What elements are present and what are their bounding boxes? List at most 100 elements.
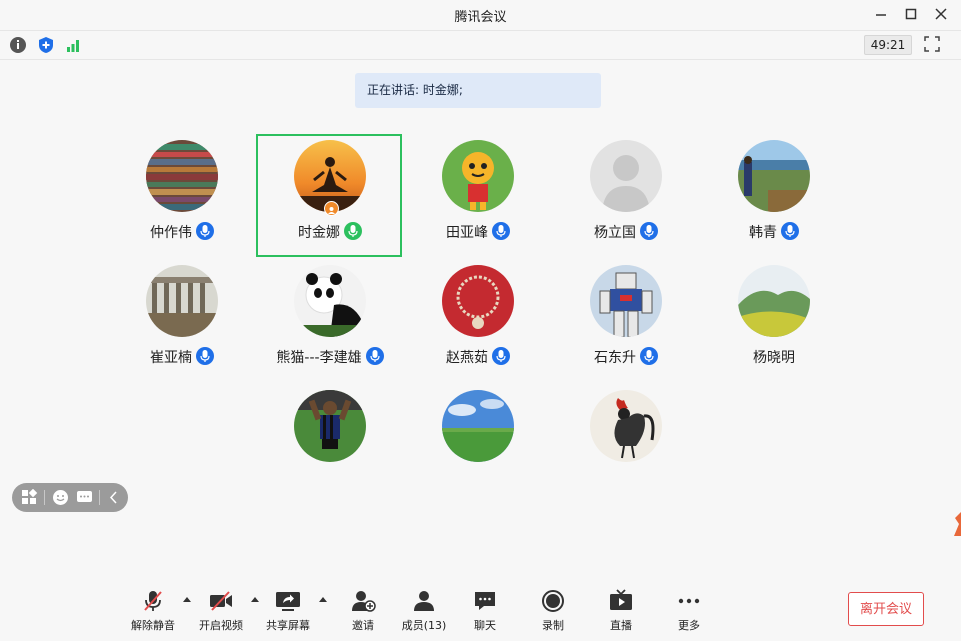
colonnade-avatar xyxy=(146,265,218,337)
mic-icon[interactable] xyxy=(640,347,658,365)
more-dots-icon xyxy=(678,598,700,604)
unmute-button[interactable]: 解除静音 xyxy=(123,589,183,637)
mic-speaking-icon[interactable] xyxy=(344,222,362,240)
meeting-timer: 49:21 xyxy=(864,35,912,55)
share-screen-icon xyxy=(276,592,300,611)
avatar xyxy=(590,390,662,462)
collapse-chevron-icon[interactable] xyxy=(105,489,122,506)
participant-tile[interactable]: 石东升 xyxy=(556,265,696,375)
side-panel-tab-icon[interactable] xyxy=(953,512,961,536)
mic-icon[interactable] xyxy=(492,347,510,365)
audio-options-caret-icon[interactable] xyxy=(183,597,191,602)
participant-name: 杨立国 xyxy=(594,225,636,241)
info-icon[interactable] xyxy=(9,36,27,54)
avatar xyxy=(294,265,366,337)
participant-tile[interactable]: 仲作伟 xyxy=(112,140,252,250)
default-person-avatar xyxy=(590,140,662,212)
record-label: 录制 xyxy=(542,619,564,632)
avatar xyxy=(146,140,218,212)
minimize-icon xyxy=(876,14,886,16)
bottom-bar: 解除静音 开启视频 共享屏幕 邀请 成员(13) 聊天 录制 直播 更多 xyxy=(0,583,961,641)
live-stream-icon xyxy=(610,589,632,610)
mic-muted-icon xyxy=(144,591,162,611)
participant-tile[interactable]: 杨晓明 xyxy=(704,265,844,375)
chat-button[interactable]: 聊天 xyxy=(455,589,515,637)
participant-name: 石东升 xyxy=(594,350,636,366)
chat-label: 聊天 xyxy=(474,619,496,632)
participant-name: 韩青 xyxy=(749,225,777,241)
mic-icon[interactable] xyxy=(781,222,799,240)
participant-name: 仲作伟 xyxy=(150,225,192,241)
video-off-icon xyxy=(210,591,232,611)
participant-name: 熊猫---李建雄 xyxy=(276,350,362,366)
invite-icon xyxy=(352,591,376,612)
invite-button[interactable]: 邀请 xyxy=(333,589,393,637)
avatar xyxy=(294,390,366,462)
rooster-painting-avatar xyxy=(590,390,662,462)
wood-stripes-avatar xyxy=(146,140,218,212)
participant-name: 崔亚楠 xyxy=(150,350,192,366)
participant-tile[interactable]: 杨立国 xyxy=(556,140,696,250)
live-button[interactable]: 直播 xyxy=(591,589,651,637)
mic-icon[interactable] xyxy=(196,347,214,365)
mic-icon[interactable] xyxy=(492,222,510,240)
share-screen-button[interactable]: 共享屏幕 xyxy=(258,589,318,637)
unmute-label: 解除静音 xyxy=(131,619,175,632)
participant-name: 田亚峰 xyxy=(446,225,488,241)
participant-tile[interactable] xyxy=(556,390,696,500)
hills-landscape-avatar xyxy=(738,265,810,337)
panda-avatar xyxy=(294,265,366,337)
mic-icon[interactable] xyxy=(640,222,658,240)
invite-label: 邀请 xyxy=(352,619,374,632)
members-label: 成员(13) xyxy=(401,619,447,632)
avatar xyxy=(738,140,810,212)
start-video-label: 开启视频 xyxy=(199,619,243,632)
record-icon xyxy=(542,590,564,612)
participant-tile[interactable]: 韩青 xyxy=(704,140,844,250)
participant-name: 杨晓明 xyxy=(753,350,795,366)
participant-name: 赵燕茹 xyxy=(446,350,488,366)
participant-tile[interactable] xyxy=(260,390,400,500)
chat-bubble-icon[interactable] xyxy=(76,489,93,506)
avatar xyxy=(442,265,514,337)
view-controls xyxy=(12,483,128,512)
leave-meeting-button[interactable]: 离开会议 xyxy=(848,592,924,626)
close-button[interactable] xyxy=(932,5,950,23)
mic-icon[interactable] xyxy=(365,347,384,365)
host-icon xyxy=(324,201,339,216)
emoji-icon[interactable] xyxy=(52,489,69,506)
live-label: 直播 xyxy=(610,619,632,632)
participant-tile[interactable]: 崔亚楠 xyxy=(112,265,252,375)
more-label: 更多 xyxy=(678,619,700,632)
start-video-button[interactable]: 开启视频 xyxy=(191,589,251,637)
participant-name: 时金娜 xyxy=(298,225,340,241)
avatar xyxy=(146,265,218,337)
participant-tile[interactable] xyxy=(408,390,548,500)
meeting-toolbar: 49:21 xyxy=(0,30,961,60)
maximize-button[interactable] xyxy=(902,5,920,23)
share-options-caret-icon[interactable] xyxy=(319,597,327,602)
participant-tile-active[interactable]: 时金娜 xyxy=(260,140,400,250)
robot-statue-avatar xyxy=(590,265,662,337)
minimize-button[interactable] xyxy=(872,5,890,23)
divider xyxy=(99,490,100,505)
fullscreen-icon[interactable] xyxy=(924,36,940,52)
divider xyxy=(44,490,45,505)
share-screen-label: 共享屏幕 xyxy=(266,619,310,632)
title-bar: 腾讯会议 xyxy=(0,0,961,30)
participant-tile[interactable]: 田亚峰 xyxy=(408,140,548,250)
avatar xyxy=(738,265,810,337)
mic-icon[interactable] xyxy=(196,222,214,240)
participant-tile[interactable]: 赵燕茹 xyxy=(408,265,548,375)
avatar xyxy=(442,390,514,462)
security-shield-icon[interactable] xyxy=(37,36,55,54)
cartoon-tiger-avatar xyxy=(442,140,514,212)
avatar xyxy=(590,265,662,337)
window-title: 腾讯会议 xyxy=(454,10,507,25)
signal-strength-icon[interactable] xyxy=(65,36,83,54)
layout-grid-icon[interactable] xyxy=(21,488,38,506)
more-button[interactable]: 更多 xyxy=(659,589,719,637)
record-button[interactable]: 录制 xyxy=(523,589,583,637)
members-button[interactable]: 成员(13) xyxy=(394,589,454,637)
participant-tile[interactable]: 熊猫---李建雄 xyxy=(260,265,400,375)
